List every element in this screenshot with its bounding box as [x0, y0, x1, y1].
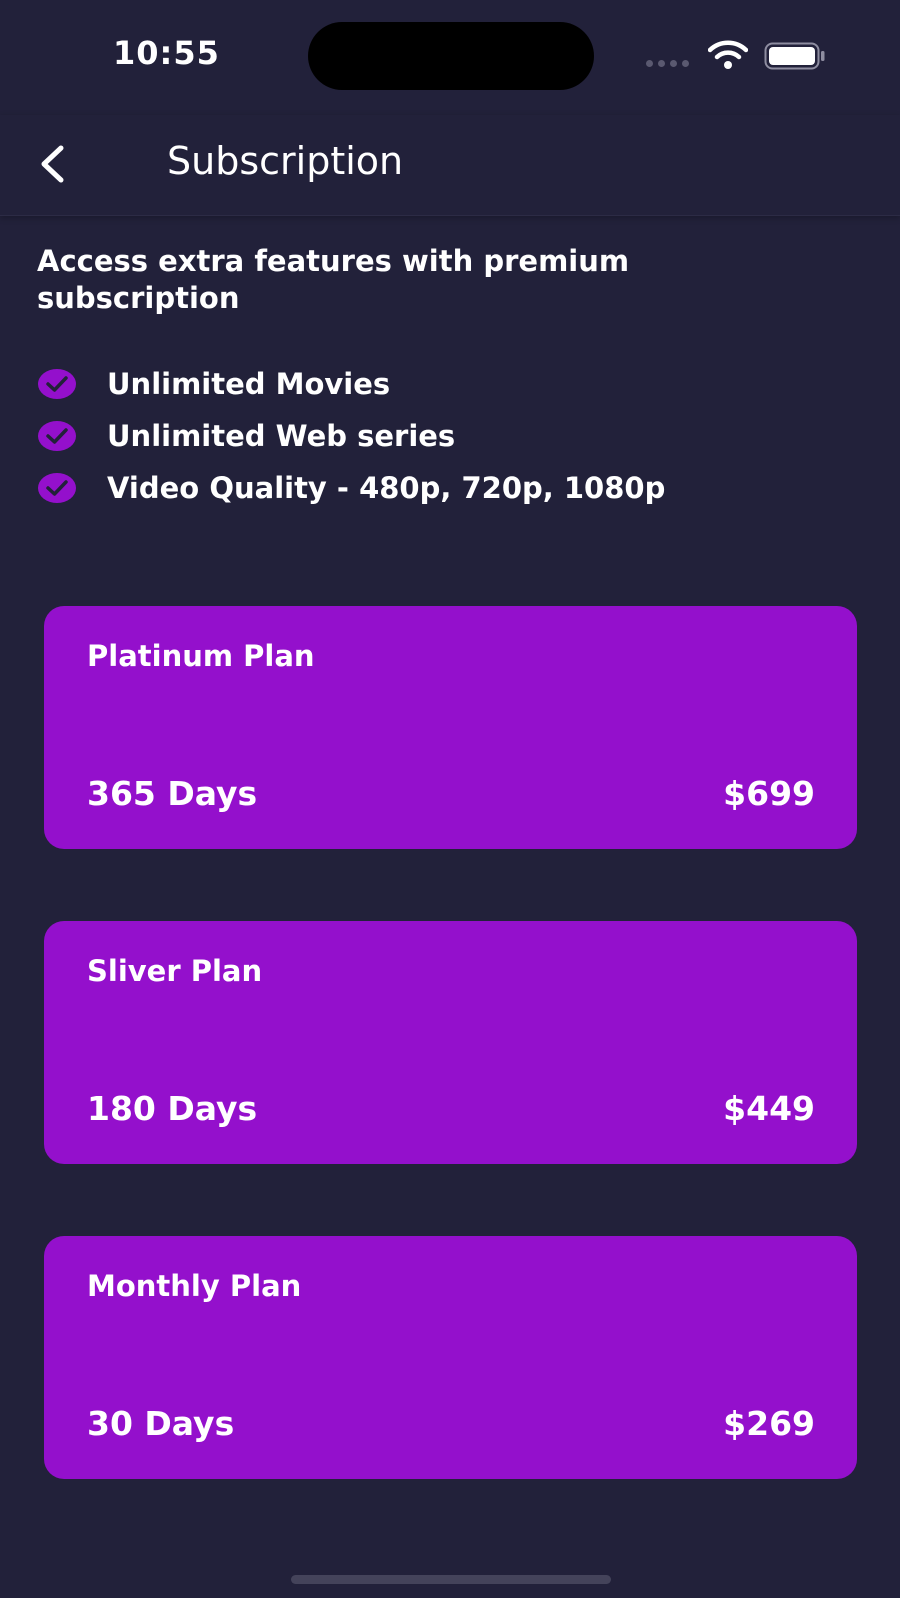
plan-name: Monthly Plan	[87, 1269, 302, 1303]
cellular-signal-icon	[646, 60, 689, 67]
check-circle-icon	[38, 421, 76, 451]
plan-duration: 30 Days	[87, 1404, 235, 1443]
plan-card-monthly[interactable]: Monthly Plan 30 Days $269	[44, 1236, 857, 1479]
navigation-bar: Subscription	[0, 115, 900, 216]
feature-item: Unlimited Movies	[37, 358, 665, 410]
plan-price: $699	[723, 774, 815, 813]
feature-label: Video Quality - 480p, 720p, 1080p	[107, 471, 666, 505]
feature-item: Unlimited Web series	[37, 410, 665, 462]
feature-label: Unlimited Movies	[107, 367, 391, 401]
back-chevron-icon[interactable]	[34, 142, 74, 186]
status-time: 10:55	[113, 34, 220, 72]
check-circle-icon	[38, 473, 76, 503]
plan-card-silver[interactable]: Sliver Plan 180 Days $449	[44, 921, 857, 1164]
plan-duration: 180 Days	[87, 1089, 258, 1128]
feature-label: Unlimited Web series	[107, 419, 456, 453]
check-circle-icon	[38, 369, 76, 399]
status-bar: 10:55	[0, 0, 900, 115]
plan-card-platinum[interactable]: Platinum Plan 365 Days $699	[44, 606, 857, 849]
battery-icon	[764, 42, 825, 70]
plan-duration: 365 Days	[87, 774, 258, 813]
feature-item: Video Quality - 480p, 720p, 1080p	[37, 462, 665, 514]
intro-text: Access extra features with premium subsc…	[37, 244, 630, 315]
plan-price: $449	[723, 1089, 815, 1128]
plan-price: $269	[723, 1404, 815, 1443]
home-indicator[interactable]	[291, 1575, 611, 1584]
wifi-icon	[708, 40, 748, 69]
plan-name: Platinum Plan	[87, 639, 315, 673]
page-title: Subscription	[167, 139, 404, 183]
dynamic-island	[308, 22, 594, 90]
plan-name: Sliver Plan	[87, 954, 263, 988]
feature-list: Unlimited Movies Unlimited Web series Vi…	[37, 358, 665, 514]
